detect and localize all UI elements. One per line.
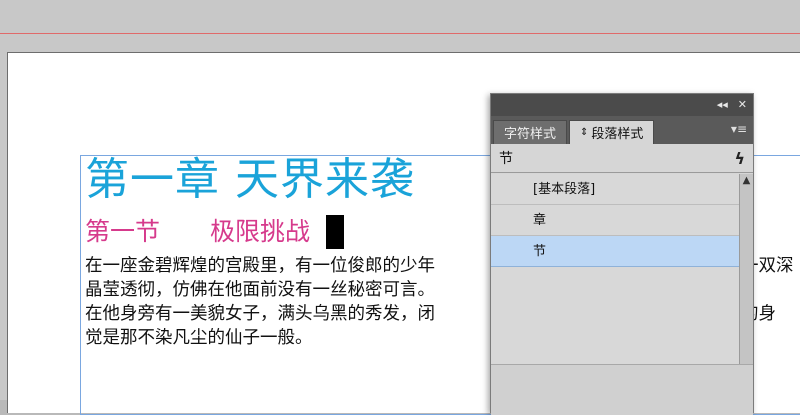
- style-item-section[interactable]: 节: [491, 236, 739, 267]
- paragraph-styles-panel: ◂◂ ✕ 字符样式 ⇕ 段落样式 ▾≡ 节 ϟ [基本段落] 章 节 ▲: [490, 93, 754, 415]
- style-item-label: 章: [533, 213, 547, 228]
- style-item-label: [基本段落]: [533, 182, 596, 197]
- panel-footer: [491, 364, 753, 415]
- text-cursor-block: [326, 215, 345, 249]
- section-title: 第一节 极限挑战: [85, 217, 311, 246]
- close-icon[interactable]: ✕: [738, 94, 747, 116]
- current-style-row: 节 ϟ: [491, 144, 753, 173]
- body-line-left: 在一座金碧辉煌的宫殿里，有一位俊郎的少年: [85, 256, 435, 276]
- panel-menu-icon[interactable]: ▾≡: [731, 122, 747, 136]
- scroll-up-arrow-icon[interactable]: ▲: [740, 174, 753, 188]
- tab-character-styles[interactable]: 字符样式: [493, 120, 568, 144]
- style-item-basic-paragraph[interactable]: [基本段落]: [491, 174, 739, 205]
- tab-paragraph-styles[interactable]: ⇕ 段落样式: [569, 120, 655, 144]
- body-line-left: 晶莹透彻，仿佛在他面前没有一丝秘密可言。: [85, 280, 435, 300]
- body-line-left: 觉是那不染凡尘的仙子一般。: [85, 328, 313, 348]
- current-style-name: 节: [499, 151, 513, 167]
- style-list: [基本段落] 章 节: [491, 174, 739, 364]
- tab-label: 段落样式: [591, 127, 644, 142]
- double-chevron-icon[interactable]: ◂◂: [717, 94, 728, 116]
- ruler-guide: [0, 33, 800, 34]
- updown-icon: ⇕: [580, 127, 589, 138]
- panel-titlebar[interactable]: ◂◂ ✕: [491, 94, 753, 116]
- panel-tabs: 字符样式 ⇕ 段落样式 ▾≡: [491, 116, 753, 144]
- body-line-left: 在他身旁有一美貌女子，满头乌黑的秀发，闭: [85, 304, 435, 324]
- lightning-icon[interactable]: ϟ: [734, 149, 745, 168]
- tab-label: 字符样式: [504, 127, 557, 142]
- style-item-chapter[interactable]: 章: [491, 205, 739, 236]
- style-list-scrollbar[interactable]: ▲: [739, 174, 753, 364]
- style-item-label: 节: [533, 244, 547, 259]
